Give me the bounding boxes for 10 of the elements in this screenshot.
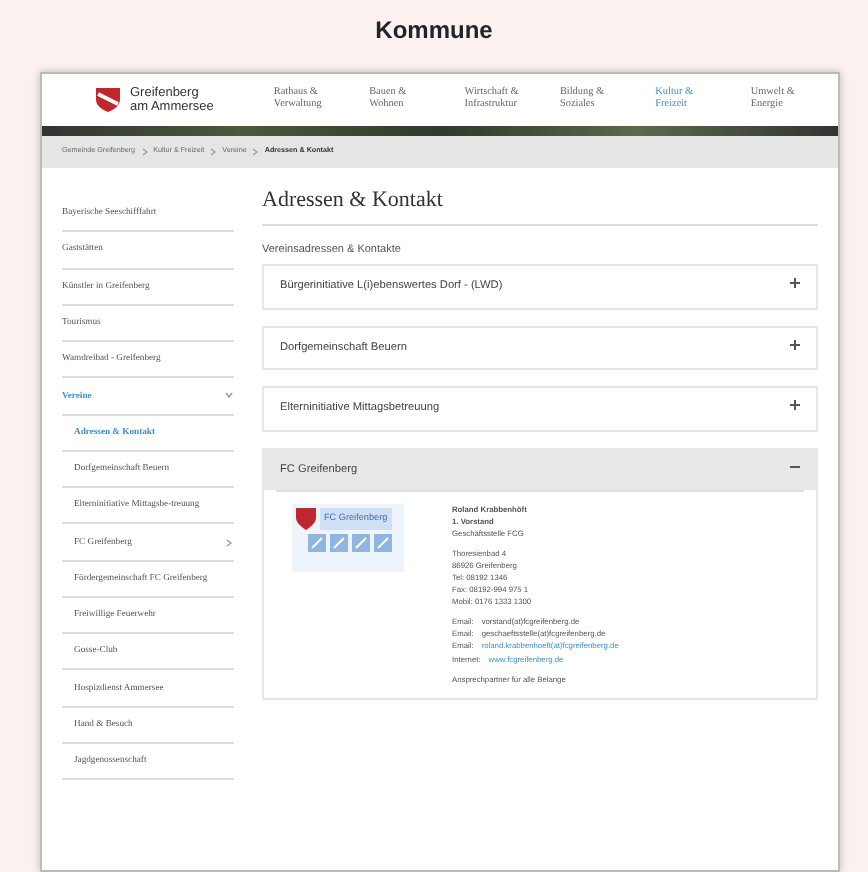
coat-of-arms-icon (94, 86, 122, 114)
minus-icon (790, 461, 800, 472)
plus-icon (790, 278, 800, 289)
chevron-right-icon (252, 148, 259, 156)
plus-icon (790, 400, 800, 411)
chevron-right-icon (210, 148, 217, 156)
page-title: Kommune (373, 14, 495, 48)
chevron-right-icon (141, 148, 148, 156)
page-heading: Adressen & Kontakt (262, 188, 818, 227)
plus-icon (790, 339, 800, 350)
